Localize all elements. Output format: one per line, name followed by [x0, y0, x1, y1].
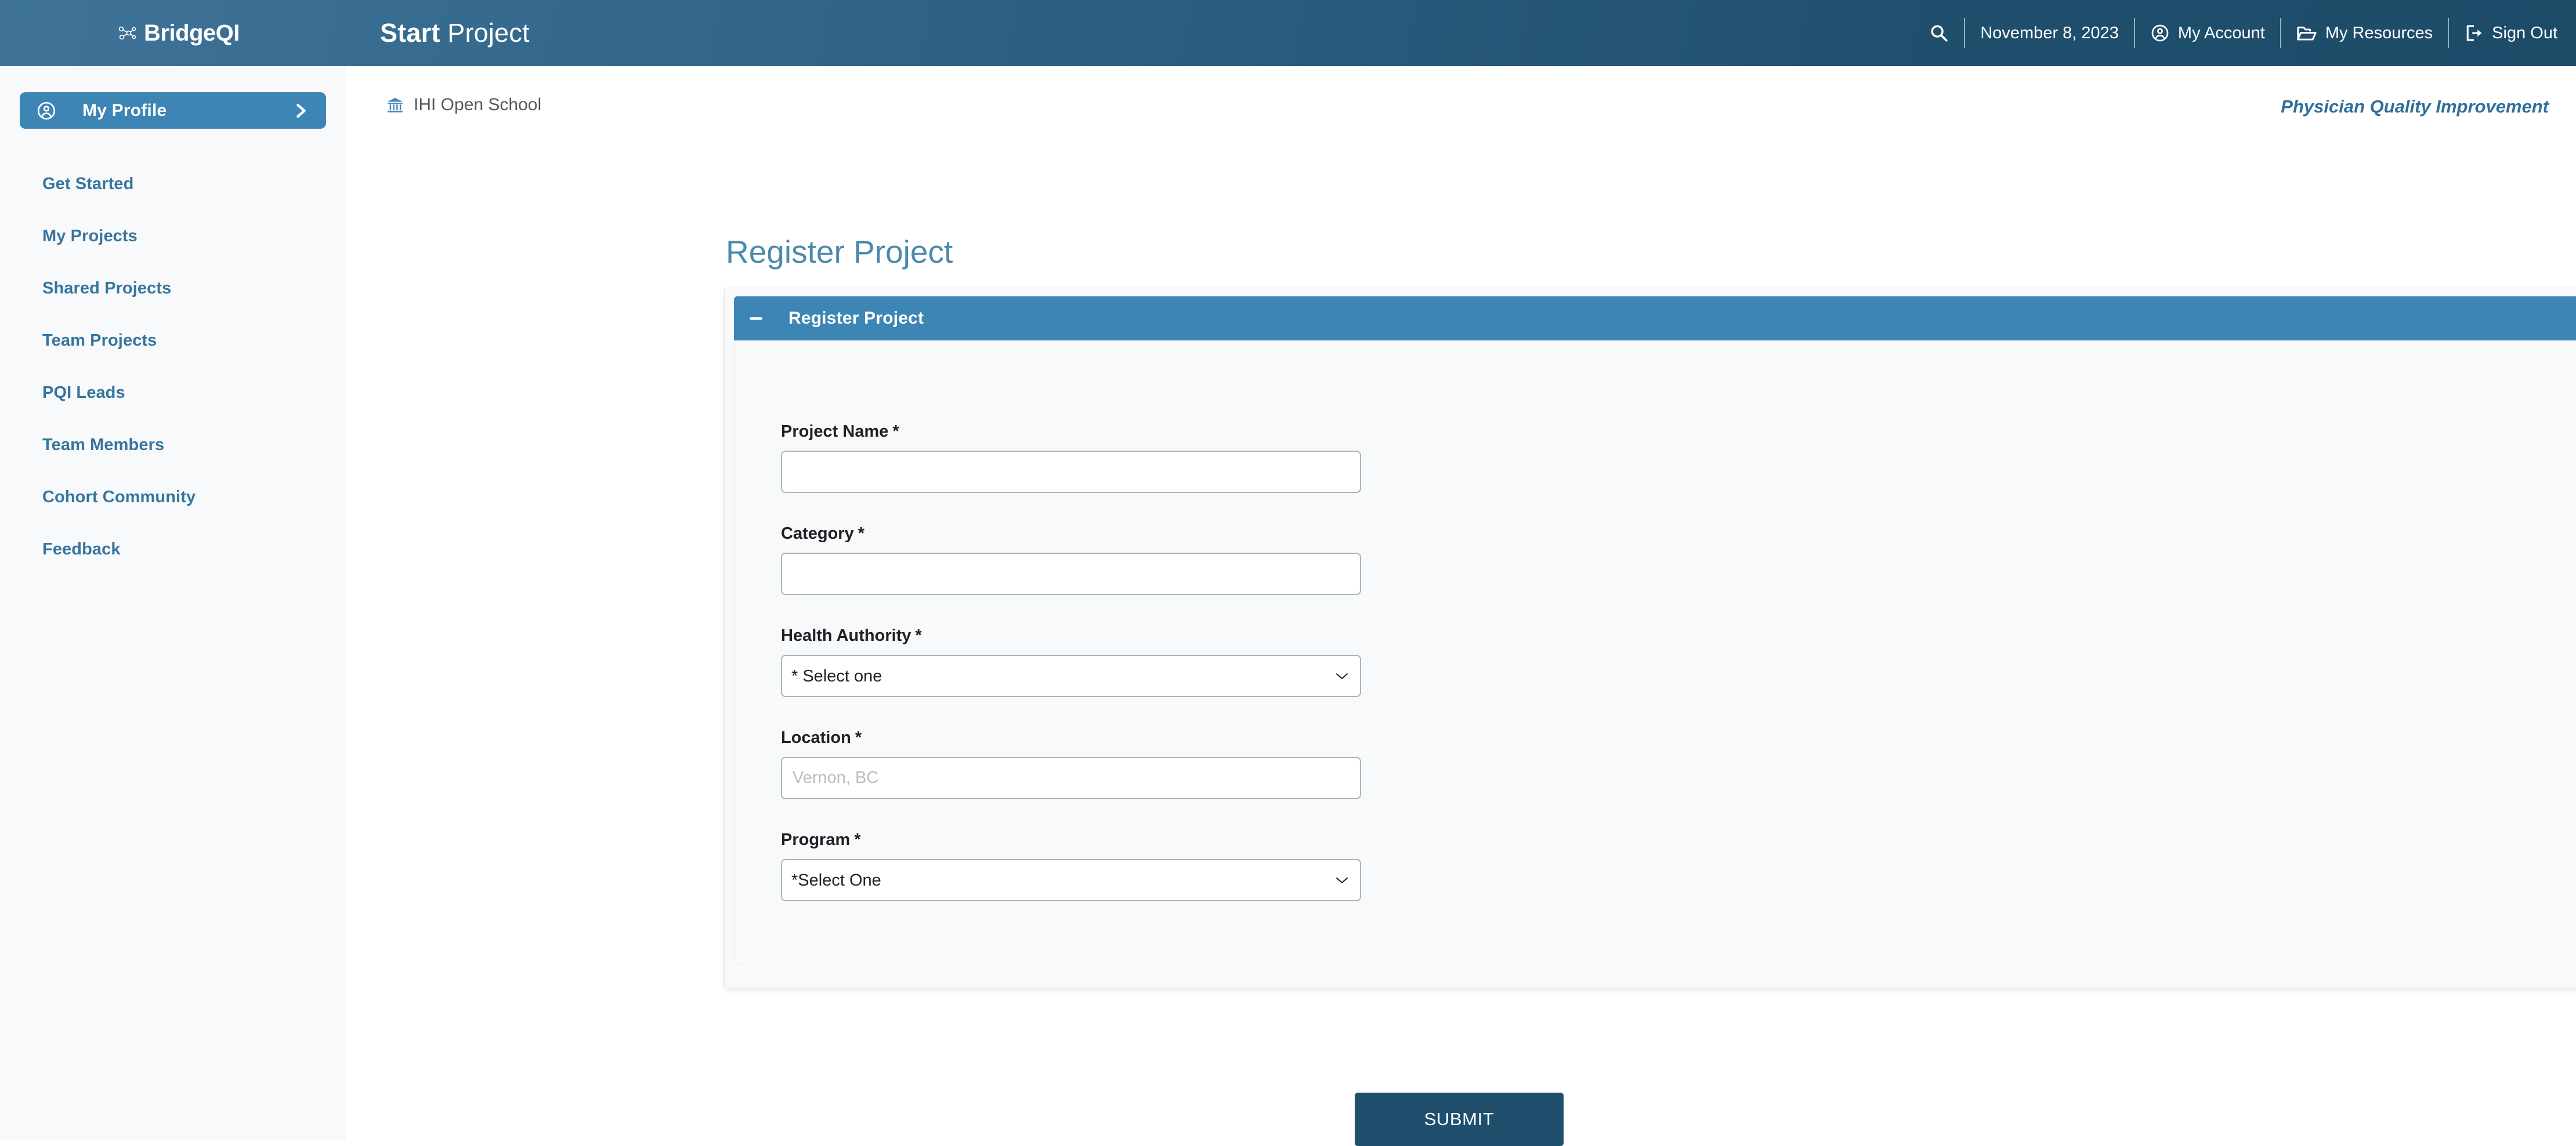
- user-circle-icon: [37, 101, 56, 119]
- sidebar-item-shared-projects[interactable]: Shared Projects: [0, 262, 346, 314]
- app-title-bold: Start: [380, 18, 440, 48]
- breadcrumb-label: IHI Open School: [414, 95, 542, 114]
- bank-icon: [387, 97, 403, 113]
- bridgeqi-logo-icon: [118, 26, 136, 40]
- program-label: Program *: [781, 831, 1361, 850]
- program-label-text: Program: [781, 831, 851, 849]
- required-marker: *: [858, 524, 864, 543]
- sidebar-item-my-projects[interactable]: My Projects: [0, 210, 346, 262]
- my-resources-link[interactable]: My Resources: [2296, 23, 2433, 43]
- field-project-name: Project Name *: [781, 422, 1361, 493]
- register-project-panel: Register Project Project Name * Category *: [734, 296, 2576, 1146]
- program-select[interactable]: *Select One: [781, 859, 1361, 901]
- sidebar-item-get-started[interactable]: Get Started: [0, 158, 346, 210]
- register-project-card: Register Project Project Name * Category *: [724, 288, 2576, 1146]
- current-date: November 8, 2023: [1980, 23, 2119, 42]
- project-name-input[interactable]: [781, 451, 1361, 493]
- sign-out-icon: [2466, 25, 2482, 41]
- breadcrumb-row: IHI Open School Physician Quality Improv…: [346, 95, 2576, 130]
- project-name-label-text: Project Name: [781, 422, 889, 441]
- required-marker: *: [892, 422, 899, 441]
- field-location: Location *: [781, 728, 1361, 799]
- category-label: Category *: [781, 524, 1361, 543]
- app-title-rest: Project: [440, 18, 530, 48]
- program-select-wrapper: *Select One: [781, 859, 1361, 901]
- sidebar-item-team-projects[interactable]: Team Projects: [0, 314, 346, 367]
- health-authority-select-wrapper: * Select one: [781, 655, 1361, 697]
- page-title: Register Project: [726, 234, 953, 270]
- breadcrumb[interactable]: IHI Open School: [386, 95, 541, 115]
- required-marker: *: [855, 728, 862, 747]
- category-input[interactable]: [781, 553, 1361, 595]
- sidebar-nav-list: Get Started My Projects Shared Projects …: [0, 158, 346, 575]
- field-category: Category *: [781, 524, 1361, 595]
- main-content: IHI Open School Physician Quality Improv…: [346, 66, 2576, 1146]
- minus-icon[interactable]: [747, 309, 765, 328]
- chevron-right-icon: [296, 103, 306, 118]
- my-account-label: My Account: [2177, 23, 2265, 42]
- field-health-authority: Health Authority * * Select one: [781, 626, 1361, 697]
- nav-divider-2: [2133, 18, 2135, 48]
- nav-divider-3: [2280, 18, 2281, 48]
- required-marker: *: [854, 831, 861, 849]
- folder-open-icon: [2297, 26, 2317, 41]
- brand-name: BridgeQI: [144, 20, 240, 46]
- sidebar-item-pqi-leads[interactable]: PQI Leads: [0, 367, 346, 419]
- location-label: Location *: [781, 728, 1361, 748]
- app-title: Start Project: [380, 18, 530, 48]
- sidebar-item-team-members[interactable]: Team Members: [0, 419, 346, 471]
- sidebar: My Profile Get Started My Projects Share…: [0, 66, 346, 1140]
- sidebar-my-profile-label: My Profile: [82, 100, 167, 120]
- search-button[interactable]: [1929, 23, 1949, 43]
- health-authority-select[interactable]: * Select one: [781, 655, 1361, 697]
- sidebar-item-feedback[interactable]: Feedback: [0, 523, 346, 575]
- health-authority-label: Health Authority *: [781, 626, 1361, 645]
- sidebar-item-cohort-community[interactable]: Cohort Community: [0, 471, 346, 523]
- submit-button[interactable]: SUBMIT: [1355, 1093, 1564, 1146]
- brand-logo[interactable]: BridgeQI: [115, 20, 240, 46]
- top-navigation: November 8, 2023 My Account My Resources: [1929, 0, 2557, 66]
- nav-divider-4: [2448, 18, 2450, 48]
- health-authority-label-text: Health Authority: [781, 626, 911, 645]
- panel-title: Register Project: [788, 309, 924, 328]
- required-marker: *: [915, 626, 922, 645]
- nav-divider-1: [1964, 18, 1966, 48]
- sign-out-link[interactable]: Sign Out: [2464, 23, 2557, 43]
- sign-out-label: Sign Out: [2492, 23, 2557, 42]
- location-label-text: Location: [781, 728, 851, 747]
- location-input[interactable]: [781, 757, 1361, 799]
- my-account-link[interactable]: My Account: [2150, 23, 2265, 43]
- search-icon: [1931, 25, 1948, 42]
- project-name-label: Project Name *: [781, 422, 1361, 441]
- top-header-bar: BridgeQI Start Project November 8, 2023 …: [0, 0, 2576, 66]
- panel-header[interactable]: Register Project: [734, 296, 2576, 340]
- user-circle-icon: [2151, 24, 2169, 42]
- field-program: Program * *Select One: [781, 831, 1361, 901]
- category-label-text: Category: [781, 524, 854, 543]
- program-title: Physician Quality Improvement: [2281, 96, 2549, 117]
- sidebar-item-my-profile[interactable]: My Profile: [20, 92, 326, 129]
- my-resources-label: My Resources: [2325, 23, 2433, 42]
